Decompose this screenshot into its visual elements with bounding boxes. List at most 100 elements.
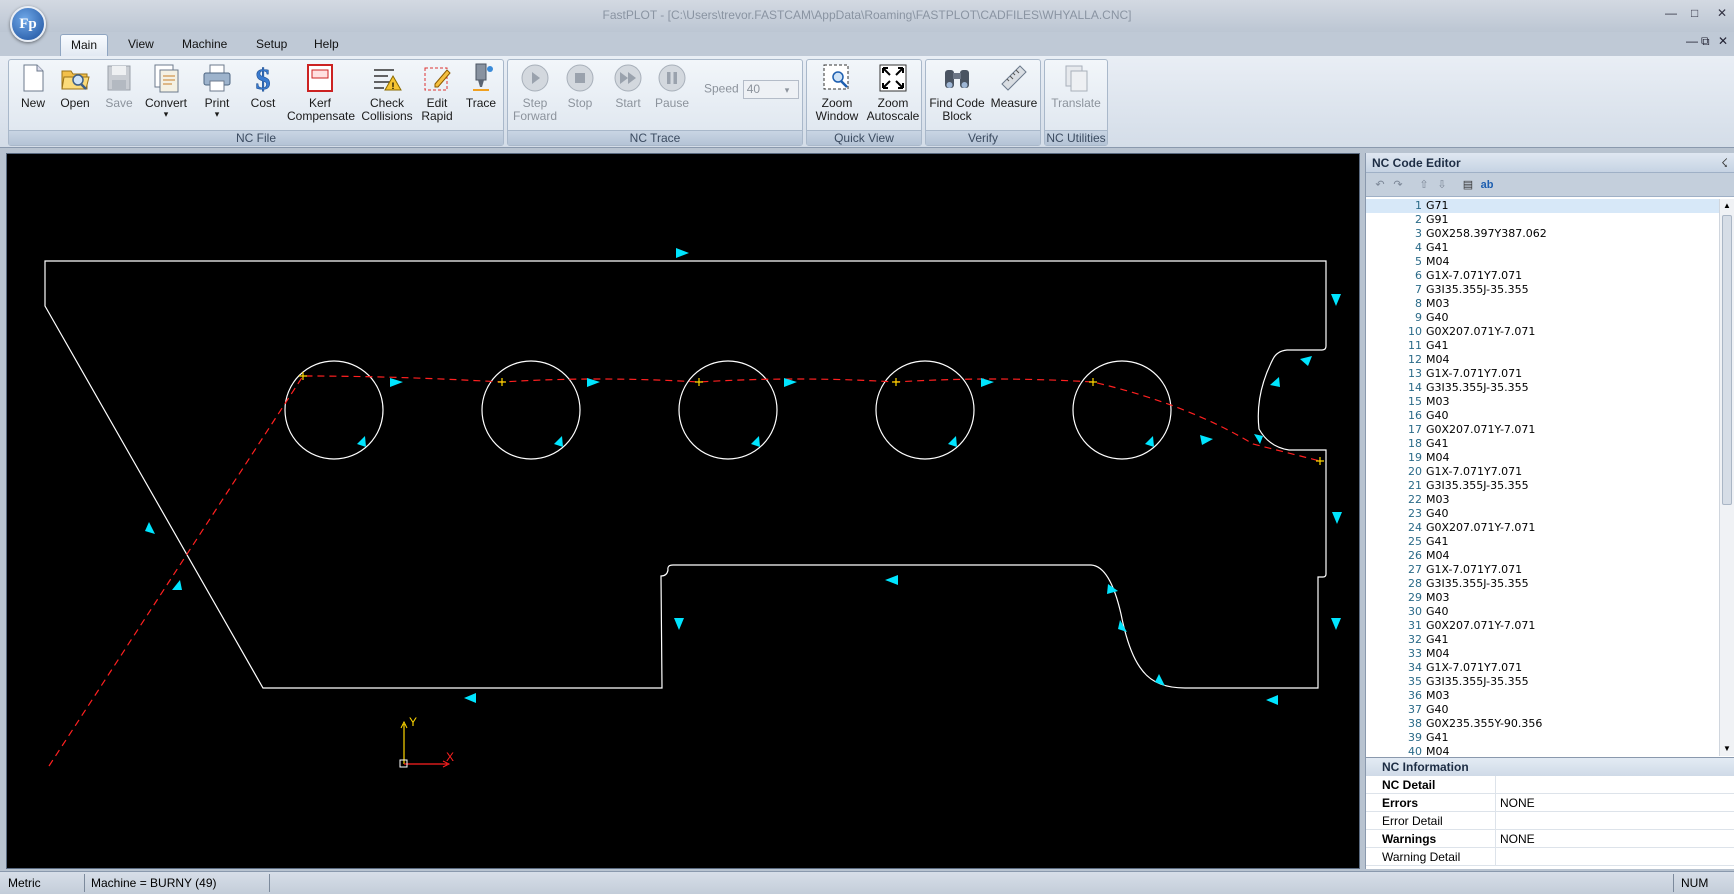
code-line[interactable]: 30 G40	[1366, 605, 1719, 619]
scroll-up-icon[interactable]: ▲	[1720, 199, 1734, 213]
code-line[interactable]: 6 G1X-7.071Y7.071	[1366, 269, 1719, 283]
code-text[interactable]: G40	[1426, 605, 1449, 619]
code-line[interactable]: 20 G1X-7.071Y7.071	[1366, 465, 1719, 479]
code-line[interactable]: 8 M03	[1366, 297, 1719, 311]
code-text[interactable]: G1X-7.071Y7.071	[1426, 661, 1522, 675]
code-text[interactable]: M03	[1426, 591, 1450, 605]
plot-svg[interactable]: Y X	[7, 154, 1359, 868]
step-forward-button[interactable]: Step Forward	[512, 62, 558, 123]
pin-icon[interactable]: ☇	[1721, 153, 1728, 173]
code-text[interactable]: G41	[1426, 731, 1449, 745]
code-line[interactable]: 9 G40	[1366, 311, 1719, 325]
code-text[interactable]: G1X-7.071Y7.071	[1426, 269, 1522, 283]
code-line[interactable]: 34 G1X-7.071Y7.071	[1366, 661, 1719, 675]
code-line[interactable]: 4 G41	[1366, 241, 1719, 255]
code-line[interactable]: 38 G0X235.355Y-90.356	[1366, 717, 1719, 731]
code-line[interactable]: 15 M03	[1366, 395, 1719, 409]
new-button[interactable]: New	[13, 62, 53, 110]
code-line[interactable]: 32 G41	[1366, 633, 1719, 647]
code-line[interactable]: 19 M04	[1366, 451, 1719, 465]
code-line[interactable]: 16 G40	[1366, 409, 1719, 423]
redo-icon[interactable]: ↷	[1390, 177, 1406, 193]
code-text[interactable]: M03	[1426, 395, 1450, 409]
code-line[interactable]: 24 G0X207.071Y-7.071	[1366, 521, 1719, 535]
code-line[interactable]: 14 G3I35.355J-35.355	[1366, 381, 1719, 395]
close-icon[interactable]: ✕	[1717, 6, 1727, 20]
find-code-block-button[interactable]: Find Code Block	[928, 62, 986, 123]
minimize-icon[interactable]: —	[1665, 6, 1677, 20]
code-text[interactable]: G3I35.355J-35.355	[1426, 675, 1529, 689]
code-line[interactable]: 37 G40	[1366, 703, 1719, 717]
convert-button[interactable]: Convert ▾	[141, 62, 191, 119]
code-text[interactable]: G1X-7.071Y7.071	[1426, 367, 1522, 381]
code-text[interactable]: G3I35.355J-35.355	[1426, 283, 1529, 297]
code-text[interactable]: G40	[1426, 311, 1449, 325]
undo-icon[interactable]: ↶	[1372, 177, 1388, 193]
open-button[interactable]: Open	[55, 62, 95, 110]
code-line[interactable]: 1 G71	[1366, 199, 1719, 213]
move-down-icon[interactable]: ⇩	[1434, 177, 1450, 193]
code-line[interactable]: 22 M03	[1366, 493, 1719, 507]
code-text[interactable]: G3I35.355J-35.355	[1426, 381, 1529, 395]
code-line[interactable]: 29 M03	[1366, 591, 1719, 605]
code-text[interactable]: M03	[1426, 493, 1450, 507]
tab-view[interactable]: View	[118, 34, 164, 56]
code-text[interactable]: M04	[1426, 353, 1450, 367]
ribbon-minimize-icon[interactable]: —	[1686, 34, 1698, 48]
code-text[interactable]: G3I35.355J-35.355	[1426, 577, 1529, 591]
code-text[interactable]: G41	[1426, 437, 1449, 451]
code-line[interactable]: 10 G0X207.071Y-7.071	[1366, 325, 1719, 339]
zoom-autoscale-button[interactable]: Zoom Autoscale	[865, 62, 921, 123]
code-text[interactable]: G40	[1426, 507, 1449, 521]
code-line[interactable]: 7 G3I35.355J-35.355	[1366, 283, 1719, 297]
code-line[interactable]: 26 M04	[1366, 549, 1719, 563]
code-text[interactable]: G0X207.071Y-7.071	[1426, 423, 1535, 437]
code-line[interactable]: 27 G1X-7.071Y7.071	[1366, 563, 1719, 577]
start-button[interactable]: Start	[608, 62, 648, 110]
check-collisions-button[interactable]: ! Check Collisions	[359, 62, 415, 123]
code-line[interactable]: 11 G41	[1366, 339, 1719, 353]
cost-button[interactable]: $ Cost	[243, 62, 283, 110]
code-text[interactable]: G41	[1426, 241, 1449, 255]
code-text[interactable]: G0X207.071Y-7.071	[1426, 325, 1535, 339]
code-text[interactable]: G41	[1426, 535, 1449, 549]
find-icon[interactable]: ▤	[1460, 177, 1476, 193]
code-line[interactable]: 17 G0X207.071Y-7.071	[1366, 423, 1719, 437]
tab-setup[interactable]: Setup	[246, 34, 297, 56]
code-text[interactable]: G41	[1426, 339, 1449, 353]
code-text[interactable]: G0X207.071Y-7.071	[1426, 619, 1535, 633]
code-text[interactable]: G1X-7.071Y7.071	[1426, 563, 1522, 577]
code-line[interactable]: 13 G1X-7.071Y7.071	[1366, 367, 1719, 381]
code-line[interactable]: 25 G41	[1366, 535, 1719, 549]
code-line[interactable]: 33 M04	[1366, 647, 1719, 661]
trace-button[interactable]: Trace	[461, 62, 501, 110]
code-text[interactable]: M03	[1426, 297, 1450, 311]
print-button[interactable]: Print ▾	[195, 62, 239, 119]
code-text[interactable]: G0X235.355Y-90.356	[1426, 717, 1542, 731]
code-text[interactable]: M03	[1426, 689, 1450, 703]
code-text[interactable]: G40	[1426, 409, 1449, 423]
pause-button[interactable]: Pause	[652, 62, 692, 110]
code-line[interactable]: 35 G3I35.355J-35.355	[1366, 675, 1719, 689]
drawing-canvas[interactable]: Y X	[6, 153, 1360, 869]
code-text[interactable]: G40	[1426, 703, 1449, 717]
code-text[interactable]: M04	[1426, 549, 1450, 563]
code-text[interactable]: M04	[1426, 451, 1450, 465]
code-text[interactable]: M04	[1426, 255, 1450, 269]
scroll-down-icon[interactable]: ▼	[1720, 742, 1734, 756]
code-line[interactable]: 3 G0X258.397Y387.062	[1366, 227, 1719, 241]
code-line[interactable]: 21 G3I35.355J-35.355	[1366, 479, 1719, 493]
code-text[interactable]: G1X-7.071Y7.071	[1426, 465, 1522, 479]
tab-main[interactable]: Main	[60, 34, 109, 56]
maximize-icon[interactable]: □	[1691, 6, 1698, 20]
ribbon-close-icon[interactable]: ✕	[1718, 34, 1728, 48]
code-line[interactable]: 31 G0X207.071Y-7.071	[1366, 619, 1719, 633]
save-button[interactable]: Save	[99, 62, 139, 110]
edit-rapid-button[interactable]: Edit Rapid	[417, 62, 457, 123]
code-text[interactable]: M04	[1426, 647, 1450, 661]
code-text[interactable]: G0X258.397Y387.062	[1426, 227, 1547, 241]
speed-dropdown-icon[interactable]: ▾	[785, 85, 790, 95]
code-list[interactable]: 1 G71 2 G91 3 G0X258.397Y387.062 4 G41 5 M04 6 G1X-…	[1366, 199, 1719, 756]
code-line[interactable]: 5 M04	[1366, 255, 1719, 269]
code-text[interactable]: G0X207.071Y-7.071	[1426, 521, 1535, 535]
